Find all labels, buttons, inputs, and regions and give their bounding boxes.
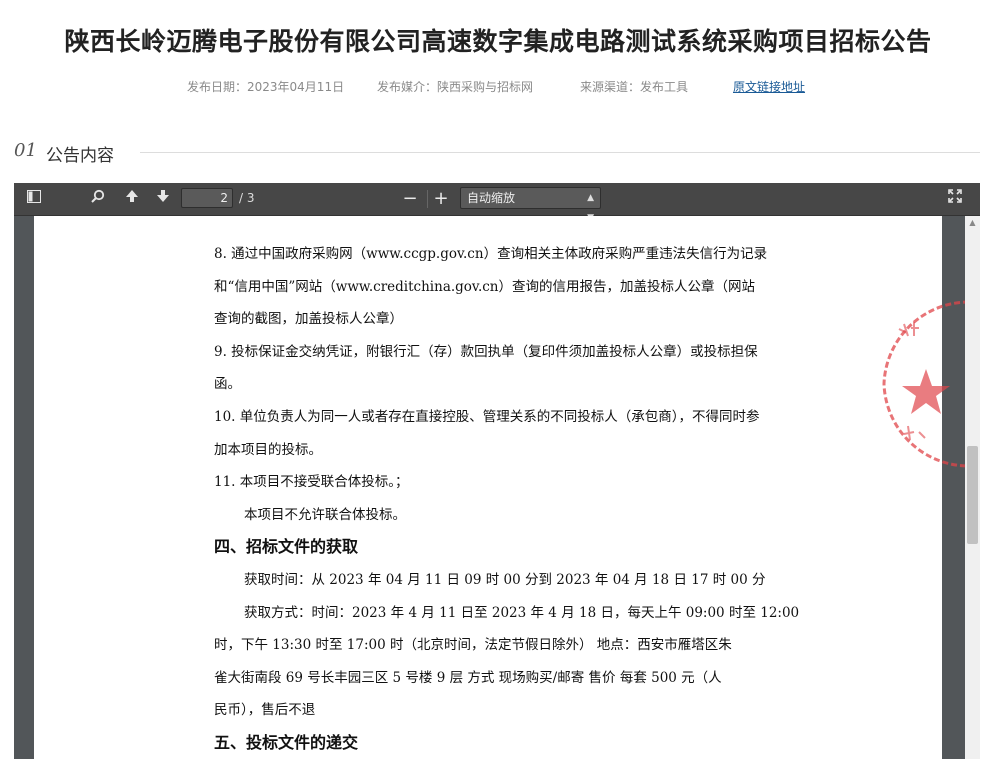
text-line: 获取时间：从 2023 年 04 月 11 日 09 时 00 分到 2023 … [244, 571, 766, 588]
section-heading: 五、投标文件的递交 [214, 732, 359, 752]
publish-media: 发布媒介：陕西采购与招标网 [377, 80, 534, 94]
scroll-up-icon[interactable]: ▲ [965, 216, 980, 230]
original-link[interactable]: 原文链接地址 [733, 78, 805, 95]
text-line: 函。 [214, 376, 241, 393]
section-header: 01 公告内容 [14, 140, 980, 166]
page-number-input[interactable]: 2 [181, 188, 233, 208]
plus-icon[interactable]: + [430, 189, 452, 209]
text-line: 雀大街南段 69 号长丰园三区 5 号楼 9 层 方式 现场购买/邮寄 售价 每… [214, 669, 722, 686]
text-line: 10. 单位负责人为同一人或者存在直接控股、管理关系的不同投标人（承包商），不得… [214, 408, 760, 425]
pdf-page: 8. 通过中国政府采购网（www.ccgp.gov.cn）查询相关主体政府采购严… [34, 216, 965, 759]
toolbar-separator [427, 190, 428, 208]
zoom-select[interactable]: 自动缩放 ▲▼ [460, 187, 601, 223]
text-line: 加本项目的投标。 [214, 441, 322, 458]
text-line: 民币），售后不退 [214, 702, 316, 719]
expand-icon[interactable] [944, 189, 966, 209]
text-line: 9. 投标保证金交纳凭证，附银行汇（存）款回执单（复印件须加盖投标人公章）或投标… [214, 343, 758, 360]
document-area[interactable]: 8. 通过中国政府采购网（www.ccgp.gov.cn）查询相关主体政府采购严… [14, 216, 965, 759]
page-title: 陕西长岭迈腾电子股份有限公司高速数字集成电路测试系统采购项目招标公告 [64, 27, 932, 56]
text-line: 11. 本项目不接受联合体投标。； [214, 474, 409, 491]
arrow-up-icon[interactable] [121, 189, 143, 209]
section-divider [140, 152, 980, 153]
text-line: 本项目不允许联合体投标。 [244, 506, 406, 523]
text-line: 查询的截图，加盖投标人公章） [214, 311, 403, 328]
source-channel: 来源渠道：发布工具 [580, 80, 689, 94]
red-seal-stamp [882, 300, 965, 468]
minus-icon[interactable]: − [399, 189, 421, 209]
scroll-thumb[interactable] [967, 446, 978, 544]
section-heading: 四、招标文件的获取 [214, 537, 359, 557]
section-number: 01 [14, 140, 37, 161]
vertical-scrollbar[interactable]: ▲ [965, 216, 980, 759]
text-line: 获取方式：时间：2023 年 4 月 11 日至 2023 年 4 月 18 日… [244, 604, 800, 621]
page-text: 8. 通过中国政府采购网（www.ccgp.gov.cn）查询相关主体政府采购严… [214, 238, 800, 759]
zoom-value: 自动缩放 [467, 191, 516, 205]
search-icon[interactable] [87, 189, 109, 209]
arrow-down-icon[interactable] [152, 189, 174, 209]
sidebar-toggle-icon[interactable] [23, 189, 45, 209]
pdf-toolbar: 2 / 3 − + 自动缩放 ▲▼ [14, 183, 980, 223]
text-line: 和“信用中国”网站（www.creditchina.gov.cn）查询的信用报告… [214, 278, 755, 295]
publish-date: 发布日期：2023年04月11日 [187, 80, 345, 94]
section-label: 公告内容 [46, 146, 114, 166]
text-line: 时，下午 13:30 时至 17:00 时（北京时间，法定节假日除外） 地点：西… [214, 637, 732, 654]
pdf-viewer: 2 / 3 − + 自动缩放 ▲▼ 8. 通过中国政府采购网（www.ccgp.… [14, 183, 980, 759]
page-total: / 3 [239, 191, 255, 205]
text-line: 8. 通过中国政府采购网（www.ccgp.gov.cn）查询相关主体政府采购严… [214, 246, 768, 262]
